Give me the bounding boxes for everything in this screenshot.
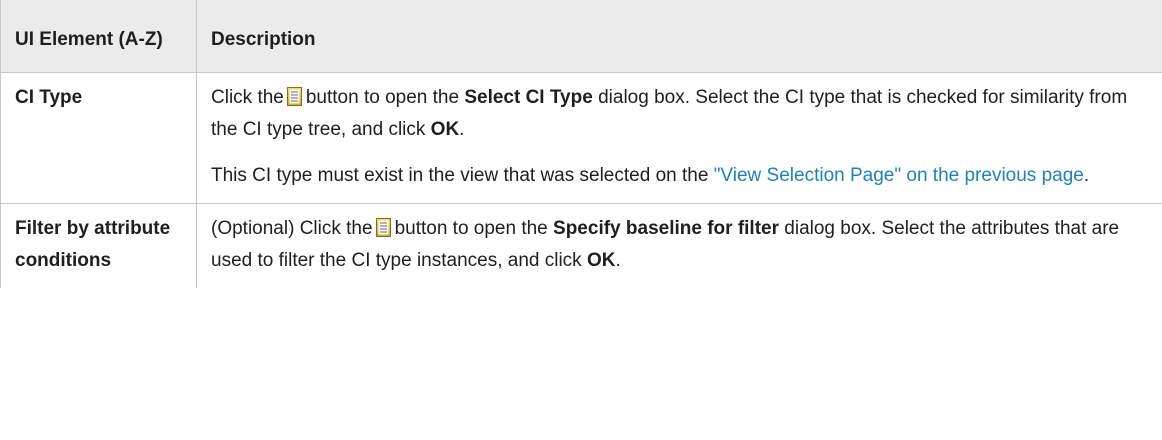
text: Click the (211, 87, 284, 108)
description-paragraph: (Optional) Click the button to open the S… (211, 213, 1148, 277)
text: . (1083, 165, 1090, 186)
table-header-row: UI Element (A-Z) Description (0, 0, 1162, 73)
list-button-icon[interactable] (286, 87, 302, 106)
text: . (615, 250, 621, 271)
table-row-ci-type: CI Type Click the button to open the Sele… (0, 72, 1162, 204)
row-description-ci-type: Click the button to open the Select CI Ty… (196, 72, 1162, 204)
row-description-filter-by-attribute: (Optional) Click the button to open the S… (196, 203, 1162, 288)
ui-element-table: UI Element (A-Z) Description CI Type Cli… (0, 0, 1162, 288)
table-row-filter-by-attribute: Filter by attribute conditions (Optional… (0, 203, 1162, 288)
view-selection-page-link[interactable]: "View Selection Page" on the previous pa… (714, 165, 1084, 186)
row-element-filter-by-attribute: Filter by attribute conditions (0, 203, 197, 288)
dialog-name: Specify baseline for filter (553, 218, 779, 239)
list-button-icon[interactable] (375, 218, 391, 237)
header-description: Description (196, 0, 1162, 73)
ok-label: OK (430, 119, 460, 140)
description-paragraph: This CI type must exist in the view that… (211, 160, 1148, 192)
description-paragraph: Click the button to open the Select CI Ty… (211, 82, 1148, 146)
dialog-name: Select CI Type (464, 87, 593, 108)
text: (Optional) Click the (211, 218, 373, 239)
text: button to open the (305, 87, 460, 108)
text: button to open the (394, 218, 548, 239)
ok-label: OK (586, 250, 616, 271)
header-ui-element: UI Element (A-Z) (0, 0, 197, 73)
text: . (459, 119, 465, 140)
row-element-ci-type: CI Type (0, 72, 197, 204)
text: This CI type must exist in the view that… (211, 165, 709, 186)
